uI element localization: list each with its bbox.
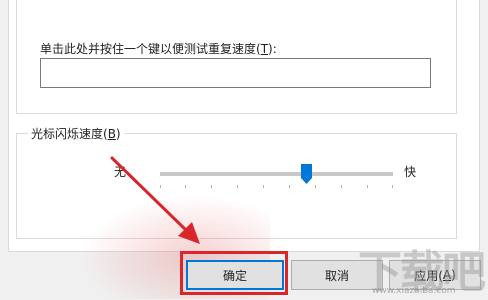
slider-tick xyxy=(237,185,238,188)
slow-label: 无 xyxy=(114,165,127,179)
slider-tick xyxy=(367,185,368,188)
repeat-test-input[interactable] xyxy=(40,58,431,88)
ok-button[interactable]: 确定 xyxy=(186,260,284,290)
slider-tick xyxy=(263,185,264,188)
blink-rate-slider-thumb[interactable] xyxy=(301,164,313,184)
repeat-test-label: 单击此处并按住一个键以便测试重复速度(T): xyxy=(40,42,277,56)
repeat-group xyxy=(16,0,457,114)
cursor-blink-legend: 光标闪烁速度(B) xyxy=(28,125,124,142)
slider-tick xyxy=(211,185,212,188)
slider-tick xyxy=(185,185,186,188)
slider-tick xyxy=(315,185,316,188)
cancel-button[interactable]: 取消 xyxy=(291,260,383,290)
apply-button[interactable]: 应用(A) xyxy=(389,260,481,290)
fast-label: 快 xyxy=(404,165,417,179)
slider-tick xyxy=(289,185,290,188)
slider-tick xyxy=(160,185,161,188)
slider-tick xyxy=(392,185,393,188)
slider-tick xyxy=(341,185,342,188)
blink-rate-slider-track[interactable] xyxy=(160,172,393,176)
